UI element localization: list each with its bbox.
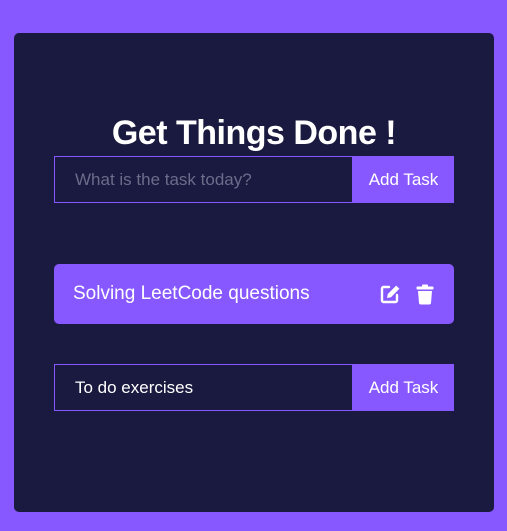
- todo-text[interactable]: Solving LeetCode questions: [73, 283, 310, 305]
- app-background: { "app": { "title": "Get Things Done !" …: [0, 0, 507, 531]
- page-title: Get Things Done !: [111, 114, 397, 152]
- todo-wrapper: Get Things Done ! Add Task Solving LeetC…: [14, 33, 494, 512]
- new-task-input[interactable]: [54, 156, 353, 203]
- new-task-form: Add Task: [54, 156, 454, 203]
- edit-task-form: Add Task: [54, 364, 454, 411]
- edit-icon[interactable]: [379, 283, 401, 305]
- edit-task-input[interactable]: [54, 364, 353, 411]
- update-task-button[interactable]: Add Task: [353, 364, 454, 411]
- todo-actions: [379, 283, 436, 305]
- add-task-button[interactable]: Add Task: [353, 156, 454, 203]
- todo-item: Solving LeetCode questions: [54, 264, 454, 324]
- trash-icon[interactable]: [414, 283, 436, 305]
